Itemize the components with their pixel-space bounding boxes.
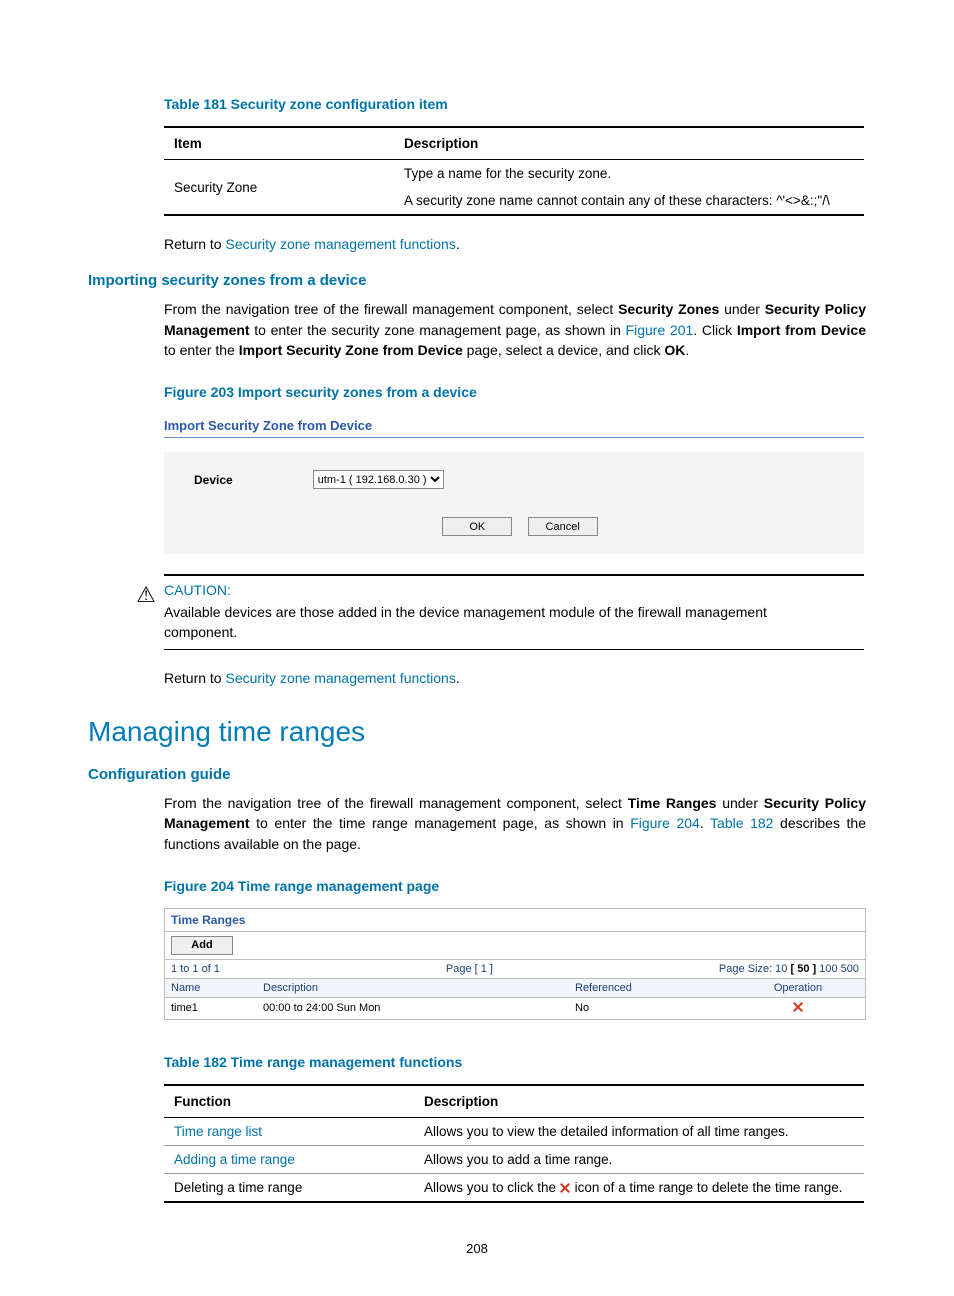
table181-caption: Table 181 Security zone configuration it… [164, 96, 866, 112]
pager-size[interactable]: Page Size: 10 [ 50 ] 100 500 [719, 963, 859, 975]
caution-divider-top [164, 574, 864, 576]
heading-configuration-guide: Configuration guide [88, 766, 866, 783]
table181-desc1: Type a name for the security zone. [394, 160, 864, 188]
link-figure-201[interactable]: Figure 201 [626, 322, 694, 338]
link-table-182[interactable]: Table 182 [710, 815, 773, 831]
ok-button[interactable]: OK [442, 517, 512, 536]
table182-h-fn: Function [164, 1085, 414, 1118]
table181: Item Description Security Zone Type a na… [164, 126, 864, 216]
fig203-panel-title: Import Security Zone from Device [164, 414, 864, 438]
table182-caption: Table 182 Time range management function… [164, 1054, 866, 1070]
table182-r2-desc: Allows you to add a time range. [414, 1145, 864, 1173]
cell-name[interactable]: time1 [165, 997, 257, 1019]
table182: Function Description Time range list All… [164, 1084, 864, 1203]
table182-r3-desc: Allows you to click the icon of a time r… [414, 1173, 864, 1202]
return-link-1: Return to Security zone management funct… [164, 234, 866, 254]
col-operation: Operation [731, 979, 865, 998]
table181-item: Security Zone [164, 160, 394, 216]
link-figure-204[interactable]: Figure 204 [630, 815, 700, 831]
col-description[interactable]: Description [257, 979, 569, 998]
fig203: Import Security Zone from Device Device … [164, 414, 864, 554]
pager-page: Page [ 1 ] [220, 963, 719, 975]
paragraph-import: From the navigation tree of the firewall… [164, 299, 866, 360]
return-link-2: Return to Security zone management funct… [164, 668, 866, 688]
link-adding-time-range[interactable]: Adding a time range [174, 1152, 295, 1167]
device-select[interactable]: utm-1 ( 192.168.0.30 ) [313, 470, 444, 489]
col-name[interactable]: Name [165, 979, 257, 998]
fig204: Time Ranges Add 1 to 1 of 1 Page [ 1 ] P… [164, 908, 866, 1020]
caution-icon: ⚠ [128, 582, 164, 606]
cell-desc: 00:00 to 24:00 Sun Mon [257, 997, 569, 1019]
heading-importing: Importing security zones from a device [88, 272, 866, 289]
fig203-caption: Figure 203 Import security zones from a … [164, 384, 866, 400]
fig204-panel-title: Time Ranges [165, 909, 865, 932]
delete-icon-inline [560, 1183, 571, 1194]
page-number: 208 [0, 1241, 954, 1256]
table182-r3-fn: Deleting a time range [164, 1173, 414, 1202]
link-time-range-list[interactable]: Time range list [174, 1124, 262, 1139]
caution-label: CAUTION: [164, 582, 824, 598]
cell-ref: No [569, 997, 731, 1019]
fig204-caption: Figure 204 Time range management page [164, 878, 866, 894]
table181-h-desc: Description [394, 127, 864, 160]
fig203-device-label: Device [194, 473, 233, 487]
table181-desc2: A security zone name cannot contain any … [394, 187, 864, 215]
return-link-2-link[interactable]: Security zone management functions [225, 670, 455, 686]
table182-r1-desc: Allows you to view the detailed informat… [414, 1117, 864, 1145]
heading-managing-time-ranges: Managing time ranges [88, 716, 866, 748]
table-row: time1 00:00 to 24:00 Sun Mon No [165, 997, 865, 1019]
paragraph-conf-guide: From the navigation tree of the firewall… [164, 793, 866, 854]
cancel-button[interactable]: Cancel [528, 517, 598, 536]
delete-icon[interactable] [792, 1001, 804, 1013]
add-button[interactable]: Add [171, 936, 233, 955]
col-referenced[interactable]: Referenced [569, 979, 731, 998]
caution-divider-bottom [164, 649, 864, 650]
table182-h-desc: Description [414, 1085, 864, 1118]
return-link-1-link[interactable]: Security zone management functions [225, 236, 455, 252]
table181-h-item: Item [164, 127, 394, 160]
pager-range: 1 to 1 of 1 [171, 963, 220, 975]
caution-body: Available devices are those added in the… [164, 602, 824, 643]
